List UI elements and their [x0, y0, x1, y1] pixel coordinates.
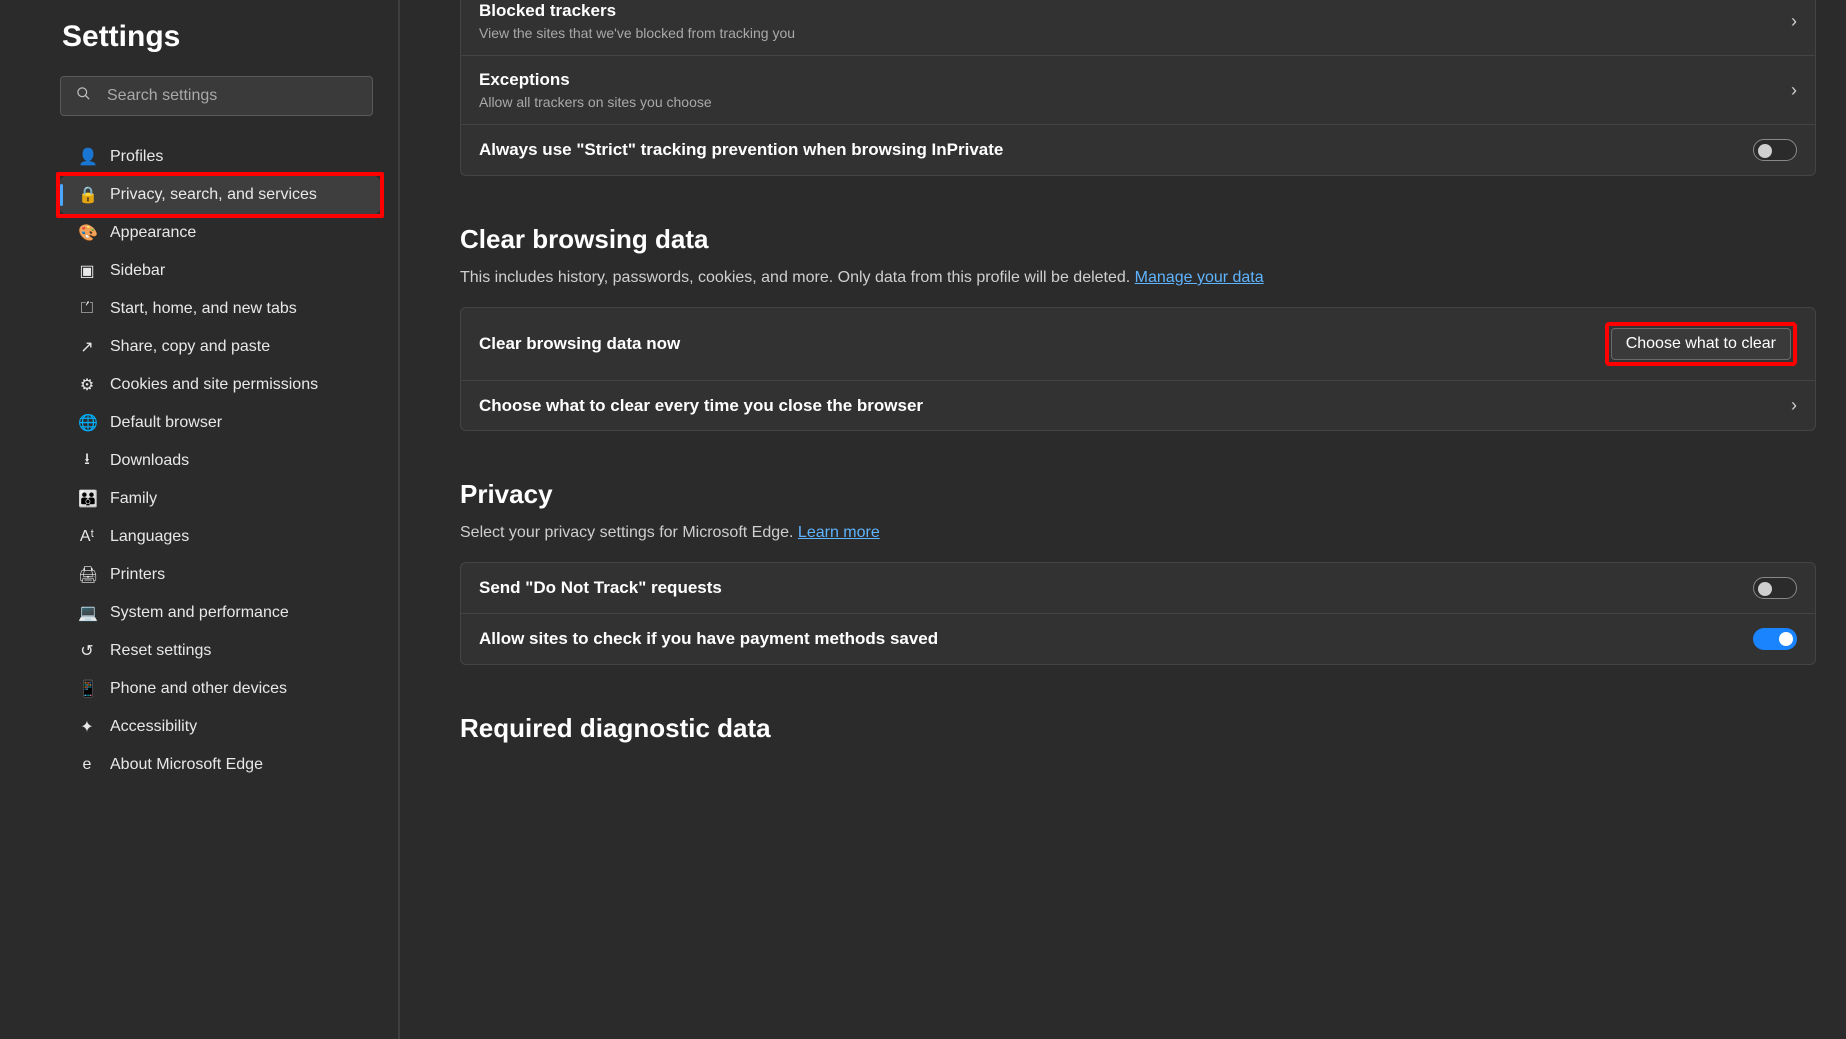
accessibility-icon: ✦	[78, 717, 96, 737]
search-container	[60, 76, 380, 116]
search-input[interactable]	[60, 76, 373, 116]
diagnostic-heading: Required diagnostic data	[460, 713, 1816, 744]
sidebar-item-appearance[interactable]: 🎨 Appearance	[60, 214, 380, 252]
sidebar-item-label: Printers	[110, 566, 165, 584]
privacy-icon: 🔒	[78, 185, 96, 205]
sidebar-item-label: About Microsoft Edge	[110, 756, 263, 774]
chevron-right-icon: ›	[1791, 11, 1797, 32]
payment-methods-toggle[interactable]	[1753, 628, 1797, 650]
settings-content: Blocked trackers View the sites that we'…	[400, 0, 1846, 1039]
sidebar-item-label: Share, copy and paste	[110, 338, 270, 356]
sidebar-item-label: Start, home, and new tabs	[110, 300, 297, 318]
sidebar-item-label: Appearance	[110, 224, 196, 242]
reset-icon: ↺	[78, 641, 96, 661]
sidebar-item-label: Profiles	[110, 148, 163, 166]
choose-what-to-clear-highlight: Choose what to clear	[1605, 322, 1797, 366]
choose-what-to-clear-button[interactable]: Choose what to clear	[1611, 328, 1791, 360]
sidebar-item-downloads[interactable]: ⭳ Downloads	[60, 442, 380, 480]
clear-on-close-title: Choose what to clear every time you clos…	[479, 396, 923, 416]
sidebar-item-sidebar[interactable]: ▣ Sidebar	[60, 252, 380, 290]
family-icon: 👪	[78, 489, 96, 509]
sidebar-item-accessibility[interactable]: ✦ Accessibility	[60, 708, 380, 746]
settings-sidebar: Settings 👤 Profiles 🔒 Privacy, search, and …	[0, 0, 400, 1039]
cookies-icon: ⚙	[78, 375, 96, 395]
sidebar-item-family[interactable]: 👪 Family	[60, 480, 380, 518]
sidebar-item-phone-and-other-devices[interactable]: 📱 Phone and other devices	[60, 670, 380, 708]
phone-icon: 📱	[78, 679, 96, 699]
manage-your-data-link[interactable]: Manage your data	[1135, 269, 1264, 286]
share-icon: ↗	[78, 337, 96, 357]
privacy-heading: Privacy	[460, 479, 1816, 510]
exceptions-title: Exceptions	[479, 70, 712, 90]
sidebar-item-default-browser[interactable]: 🌐 Default browser	[60, 404, 380, 442]
sidebar-item-label: Cookies and site permissions	[110, 376, 318, 394]
sidebar-item-cookies-and-site-permissions[interactable]: ⚙ Cookies and site permissions	[60, 366, 380, 404]
sidebar-icon: ▣	[78, 261, 96, 281]
exceptions-row[interactable]: Exceptions Allow all trackers on sites y…	[461, 55, 1815, 124]
exceptions-sub: Allow all trackers on sites you choose	[479, 94, 712, 110]
sidebar-item-label: Sidebar	[110, 262, 165, 280]
sidebar-item-start-home-and-new-tabs[interactable]: ⏍ Start, home, and new tabs	[60, 290, 380, 328]
blocked-trackers-sub: View the sites that we've blocked from t…	[479, 25, 795, 41]
sidebar-item-label: Reset settings	[110, 642, 211, 660]
strict-inprivate-toggle[interactable]	[1753, 139, 1797, 161]
do-not-track-toggle[interactable]	[1753, 577, 1797, 599]
blocked-trackers-title: Blocked trackers	[479, 1, 795, 21]
sidebar-item-label: Phone and other devices	[110, 680, 287, 698]
sidebar-item-printers[interactable]: 🖨 Printers	[60, 556, 380, 594]
blocked-trackers-row[interactable]: Blocked trackers View the sites that we'…	[461, 0, 1815, 55]
sidebar-item-privacy-search-and-services[interactable]: 🔒 Privacy, search, and services	[60, 176, 380, 214]
sidebar-item-languages[interactable]: Aᵗ Languages	[60, 518, 380, 556]
downloads-icon: ⭳	[78, 448, 96, 475]
appearance-icon: 🎨	[78, 223, 96, 243]
clear-on-close-row[interactable]: Choose what to clear every time you clos…	[461, 380, 1815, 430]
payment-methods-row: Allow sites to check if you have payment…	[461, 613, 1815, 664]
system-icon: 💻	[78, 603, 96, 623]
strict-inprivate-row: Always use "Strict" tracking prevention …	[461, 124, 1815, 175]
sidebar-item-label: Family	[110, 490, 157, 508]
sidebar-item-profiles[interactable]: 👤 Profiles	[60, 138, 380, 176]
search-icon	[76, 86, 91, 106]
sidebar-item-label: Accessibility	[110, 718, 197, 736]
clear-now-row: Clear browsing data now Choose what to c…	[461, 308, 1815, 380]
sidebar-item-about-microsoft-edge[interactable]: e About Microsoft Edge	[60, 746, 380, 784]
profiles-icon: 👤	[78, 147, 96, 167]
printers-icon: 🖨	[78, 565, 96, 585]
sidebar-highlight: 🔒 Privacy, search, and services	[56, 172, 384, 218]
privacy-card: Send "Do Not Track" requests Allow sites…	[460, 562, 1816, 665]
strict-inprivate-title: Always use "Strict" tracking prevention …	[479, 140, 1003, 160]
chevron-right-icon: ›	[1791, 395, 1797, 416]
sidebar-item-reset-settings[interactable]: ↺ Reset settings	[60, 632, 380, 670]
sidebar-item-system-and-performance[interactable]: 💻 System and performance	[60, 594, 380, 632]
tracking-prevention-card: Blocked trackers View the sites that we'…	[460, 0, 1816, 176]
sidebar-item-label: System and performance	[110, 604, 289, 622]
clear-browsing-heading: Clear browsing data	[460, 224, 1816, 255]
do-not-track-row: Send "Do Not Track" requests	[461, 563, 1815, 613]
clear-browsing-card: Clear browsing data now Choose what to c…	[460, 307, 1816, 431]
sidebar-item-label: Languages	[110, 528, 189, 546]
default-browser-icon: 🌐	[78, 413, 96, 433]
payment-methods-title: Allow sites to check if you have payment…	[479, 629, 938, 649]
languages-icon: Aᵗ	[78, 528, 96, 546]
page-title: Settings	[62, 20, 380, 54]
sidebar-item-label: Default browser	[110, 414, 222, 432]
start-icon: ⏍	[78, 300, 96, 318]
do-not-track-title: Send "Do Not Track" requests	[479, 578, 722, 598]
clear-now-title: Clear browsing data now	[479, 334, 680, 354]
chevron-right-icon: ›	[1791, 80, 1797, 101]
about-icon: e	[78, 756, 96, 774]
sidebar-item-share-copy-and-paste[interactable]: ↗ Share, copy and paste	[60, 328, 380, 366]
clear-browsing-desc: This includes history, passwords, cookie…	[460, 269, 1816, 287]
privacy-learn-more-link[interactable]: Learn more	[798, 524, 880, 541]
settings-nav: 👤 Profiles 🔒 Privacy, search, and services 🎨…	[60, 138, 380, 784]
privacy-desc: Select your privacy settings for Microso…	[460, 524, 1816, 542]
sidebar-item-label: Privacy, search, and services	[110, 186, 317, 204]
sidebar-item-label: Downloads	[110, 452, 189, 470]
